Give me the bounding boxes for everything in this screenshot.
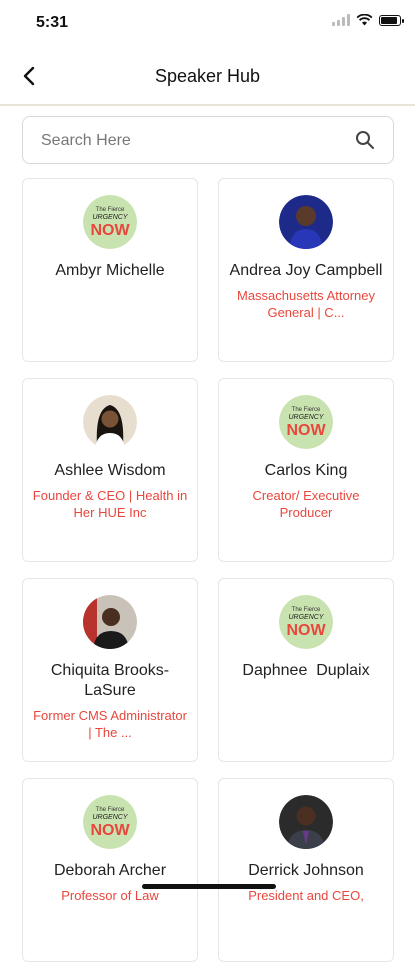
- event-logo-avatar: The Fierce URGENCY NOW: [279, 395, 333, 449]
- speaker-name: Ambyr Michelle: [55, 262, 165, 279]
- search-input[interactable]: [39, 117, 343, 165]
- speaker-name: Carlos King: [264, 462, 348, 479]
- status-bar: 5:31: [0, 0, 415, 48]
- svg-text:NOW: NOW: [90, 222, 130, 239]
- svg-text:NOW: NOW: [286, 622, 326, 639]
- cellular-signal-icon: [332, 14, 350, 26]
- speaker-photo: [279, 195, 333, 249]
- status-icons: [332, 14, 404, 26]
- speaker-grid: The Fierce URGENCY NOW Ambyr Michelle An…: [22, 178, 394, 962]
- speaker-card[interactable]: The Fierce URGENCY NOW Ambyr Michelle: [22, 178, 198, 362]
- wifi-icon: [356, 14, 373, 26]
- svg-text:URGENCY: URGENCY: [92, 814, 128, 821]
- event-logo-avatar: The Fierce URGENCY NOW: [83, 795, 137, 849]
- speaker-title: Massachusetts Attorney General | C...: [236, 288, 375, 320]
- event-logo-avatar: The Fierce URGENCY NOW: [83, 195, 137, 249]
- speaker-card[interactable]: The Fierce URGENCY NOW Carlos King Creat…: [218, 378, 394, 562]
- speaker-title: Creator/ Executive Producer: [252, 488, 360, 520]
- svg-text:NOW: NOW: [90, 822, 130, 839]
- speaker-card[interactable]: The Fierce URGENCY NOW Daphnee Duplaix: [218, 578, 394, 762]
- battery-icon: [379, 14, 404, 26]
- app-header: Speaker Hub: [0, 48, 415, 106]
- svg-text:The Fierce: The Fierce: [292, 407, 321, 413]
- status-time: 5:31: [36, 14, 69, 31]
- speaker-photo: [279, 795, 333, 849]
- speaker-title: Professor of Law: [61, 888, 159, 903]
- home-indicator: [142, 884, 276, 889]
- svg-text:URGENCY: URGENCY: [288, 614, 324, 621]
- speaker-card[interactable]: Chiquita Brooks-LaSure Former CMS Admini…: [22, 578, 198, 762]
- speaker-card[interactable]: Derrick Johnson President and CEO,: [218, 778, 394, 962]
- speaker-card[interactable]: The Fierce URGENCY NOW Deborah Archer Pr…: [22, 778, 198, 962]
- page-title: Speaker Hub: [154, 66, 261, 86]
- speaker-name: Ashlee Wisdom: [54, 462, 166, 479]
- svg-text:URGENCY: URGENCY: [92, 214, 128, 221]
- svg-text:URGENCY: URGENCY: [288, 414, 324, 421]
- speaker-title: Founder & CEO | Health in Her HUE Inc: [32, 488, 188, 520]
- search-bar[interactable]: [22, 116, 394, 165]
- svg-text:The Fierce: The Fierce: [292, 607, 321, 613]
- speaker-photo: [83, 395, 137, 449]
- speaker-name: Derrick Johnson: [248, 862, 364, 879]
- speaker-name: Andrea Joy Campbell: [229, 262, 383, 279]
- search-icon[interactable]: [355, 130, 375, 150]
- speaker-title: President and CEO,: [248, 888, 364, 903]
- speaker-name: Deborah Archer: [53, 862, 167, 879]
- speaker-title: Former CMS Administrator | The ...: [33, 708, 187, 740]
- svg-text:The Fierce: The Fierce: [96, 807, 125, 813]
- svg-text:The Fierce: The Fierce: [96, 207, 125, 213]
- speaker-name: Daphnee Duplaix: [242, 662, 370, 679]
- speaker-photo: [83, 595, 137, 649]
- speaker-name: Chiquita Brooks-LaSure: [50, 662, 170, 699]
- svg-text:NOW: NOW: [286, 422, 326, 439]
- speaker-card[interactable]: Andrea Joy Campbell Massachusetts Attorn…: [218, 178, 394, 362]
- speaker-card[interactable]: Ashlee Wisdom Founder & CEO | Health in …: [22, 378, 198, 562]
- event-logo-avatar: The Fierce URGENCY NOW: [279, 595, 333, 649]
